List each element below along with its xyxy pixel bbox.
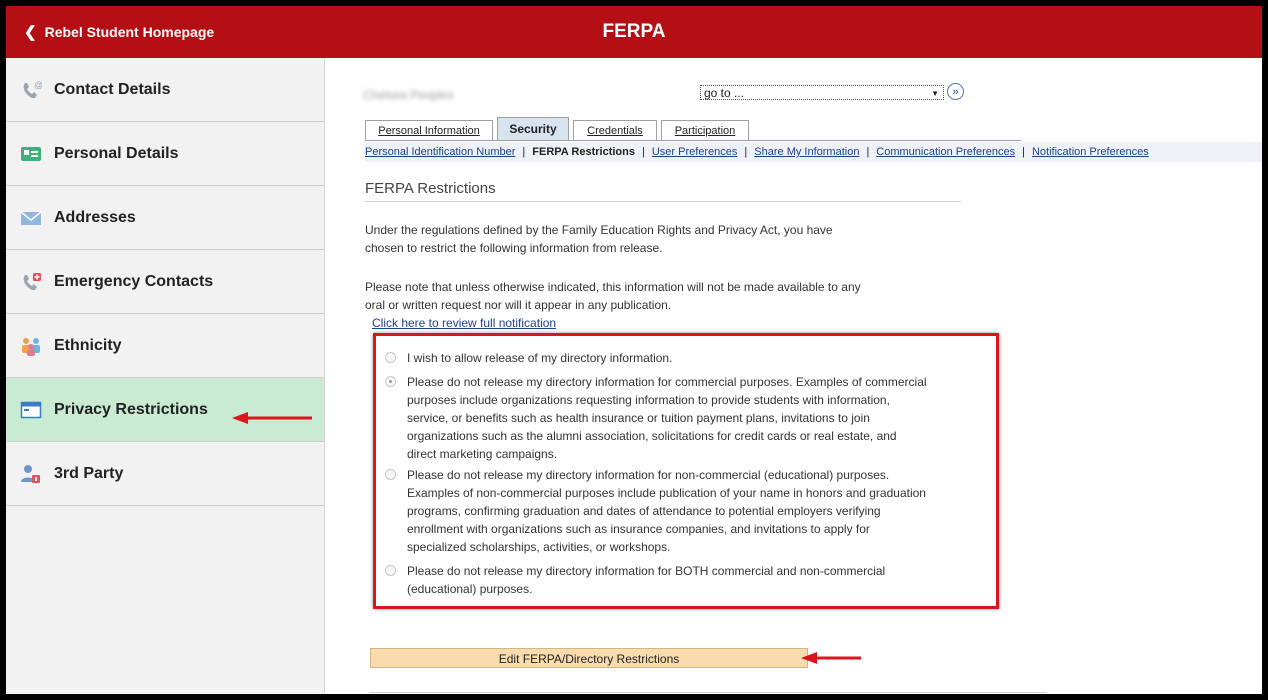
id-card-icon xyxy=(20,143,42,165)
separator: | xyxy=(522,146,526,158)
subnav-pin[interactable]: Personal Identification Number xyxy=(365,146,515,158)
annotation-arrow-icon xyxy=(801,652,861,664)
text-line: chosen to restrict the following informa… xyxy=(365,241,663,255)
option-no-non-commercial[interactable]: Please do not release my directory infor… xyxy=(385,466,945,556)
sidebar-item-emergency-contacts[interactable]: Emergency Contacts xyxy=(6,250,324,314)
text-line: service, or benefits such as health insu… xyxy=(407,411,870,425)
people-icon xyxy=(20,335,42,357)
window-icon xyxy=(20,399,42,421)
text-line: enrollment with organizations such as in… xyxy=(407,522,870,536)
tab-credentials[interactable]: Credentials xyxy=(573,120,657,140)
text-line: programs, confirming graduation and date… xyxy=(407,504,881,518)
section-divider xyxy=(365,201,961,202)
goto-select[interactable]: go to ... ▼ xyxy=(700,85,944,100)
user-lock-icon xyxy=(20,463,42,485)
option-text: I wish to allow release of my directory … xyxy=(407,349,945,367)
option-no-commercial[interactable]: Please do not release my directory infor… xyxy=(385,373,945,463)
svg-text:@: @ xyxy=(34,80,42,90)
sidebar-item-ethnicity[interactable]: Ethnicity xyxy=(6,314,324,378)
tab-label: Participation xyxy=(674,125,736,137)
separator: | xyxy=(744,146,748,158)
sidebar-item-privacy-restrictions[interactable]: Privacy Restrictions xyxy=(6,378,324,442)
tab-label: Credentials xyxy=(587,125,643,137)
sidebar-item-personal-details[interactable]: Personal Details xyxy=(6,122,324,186)
radio-button[interactable] xyxy=(385,469,396,480)
tab-security[interactable]: Security xyxy=(497,117,569,140)
sidebar-item-label: 3rd Party xyxy=(54,464,124,482)
sub-navigation: Personal Identification Number | FERPA Res… xyxy=(365,142,1262,162)
option-text: Please do not release my directory infor… xyxy=(407,373,945,463)
text-line: purposes include organizations requestin… xyxy=(407,393,890,407)
text-line: organizations such as the alumni associa… xyxy=(407,429,897,443)
sidebar-item-3rd-party[interactable]: 3rd Party xyxy=(6,442,324,506)
text-line: Examples of non-commercial purposes incl… xyxy=(407,486,926,500)
sidebar-item-label: Privacy Restrictions xyxy=(54,400,208,418)
header-bar: ❮ Rebel Student Homepage FERPA xyxy=(6,6,1262,58)
sidebar-item-label: Ethnicity xyxy=(54,336,122,354)
separator: | xyxy=(866,146,870,158)
text-line: I wish to allow release of my directory … xyxy=(407,351,673,365)
text-line: Under the regulations defined by the Fam… xyxy=(365,223,833,237)
option-no-both[interactable]: Please do not release my directory infor… xyxy=(385,562,945,598)
text-line: direct marketing campaigns. xyxy=(407,447,558,461)
section-title: FERPA Restrictions xyxy=(365,180,496,197)
text-line: Please do not release my directory infor… xyxy=(407,375,927,389)
text-line: Please do not release my directory infor… xyxy=(407,468,890,482)
text-line: Please note that unless otherwise indica… xyxy=(365,280,861,294)
option-allow-release[interactable]: I wish to allow release of my directory … xyxy=(385,349,945,367)
subnav-notification-preferences[interactable]: Notification Preferences xyxy=(1032,146,1149,158)
dropdown-arrow-icon: ▼ xyxy=(931,89,939,98)
tab-divider xyxy=(365,140,1021,141)
separator: | xyxy=(1022,146,1025,158)
separator: | xyxy=(641,146,645,158)
go-button[interactable]: » xyxy=(947,83,964,100)
subnav-share-my-information[interactable]: Share My Information xyxy=(754,146,859,158)
option-text: Please do not release my directory infor… xyxy=(407,562,945,598)
back-label: Rebel Student Homepage xyxy=(44,24,215,40)
double-chevron-icon: » xyxy=(952,86,959,98)
option-text: Please do not release my directory infor… xyxy=(407,466,945,556)
tab-personal-information[interactable]: Personal Information xyxy=(365,120,493,140)
radio-button[interactable] xyxy=(385,352,396,363)
sidebar-item-label: Addresses xyxy=(54,208,136,226)
edit-ferpa-button[interactable]: Edit FERPA/Directory Restrictions xyxy=(370,648,808,668)
main-content: Chelsea Peoples go to ... ▼ » Personal I… xyxy=(325,58,1262,694)
tab-label: Security xyxy=(509,122,557,136)
sidebar-item-contact-details[interactable]: @ Contact Details xyxy=(6,58,324,122)
goto-value: go to ... xyxy=(704,86,745,100)
subnav-user-preferences[interactable]: User Preferences xyxy=(652,146,738,158)
tab-participation[interactable]: Participation xyxy=(661,120,749,140)
radio-button[interactable] xyxy=(385,565,396,576)
sidebar-item-label: Personal Details xyxy=(54,144,179,162)
back-link[interactable]: ❮ Rebel Student Homepage xyxy=(24,6,214,58)
sidebar-item-label: Contact Details xyxy=(54,80,171,98)
notice-paragraph: Please note that unless otherwise indica… xyxy=(365,278,861,314)
intro-paragraph: Under the regulations defined by the Fam… xyxy=(365,221,833,257)
annotation-arrow-icon xyxy=(232,412,312,424)
student-name: Chelsea Peoples xyxy=(363,88,454,102)
radio-button[interactable] xyxy=(385,376,396,387)
sidebar-item-addresses[interactable]: Addresses xyxy=(6,186,324,250)
review-notification-link[interactable]: Click here to review full notification xyxy=(372,316,556,330)
sidebar: @ Contact Details Personal Details Addre… xyxy=(6,58,325,694)
tab-label: Personal Information xyxy=(378,125,480,137)
text-line: Please do not release my directory infor… xyxy=(407,564,886,578)
chevron-left-icon: ❮ xyxy=(24,24,37,41)
text-line: oral or written request nor will it appe… xyxy=(365,298,672,312)
subnav-ferpa-restrictions: FERPA Restrictions xyxy=(532,146,635,158)
text-line: specialized scholarships, activities, or… xyxy=(407,540,671,554)
text-line: (educational) purposes. xyxy=(407,582,533,596)
sidebar-item-label: Emergency Contacts xyxy=(54,272,214,290)
emergency-phone-icon xyxy=(20,271,42,293)
app-frame: ❮Rebel Student Homepage FERPA @ Contact … xyxy=(6,6,1262,694)
phone-icon: @ xyxy=(20,79,42,101)
subnav-communication-preferences[interactable]: Communication Preferences xyxy=(876,146,1015,158)
bottom-divider xyxy=(370,692,1046,693)
envelope-icon xyxy=(20,207,42,229)
